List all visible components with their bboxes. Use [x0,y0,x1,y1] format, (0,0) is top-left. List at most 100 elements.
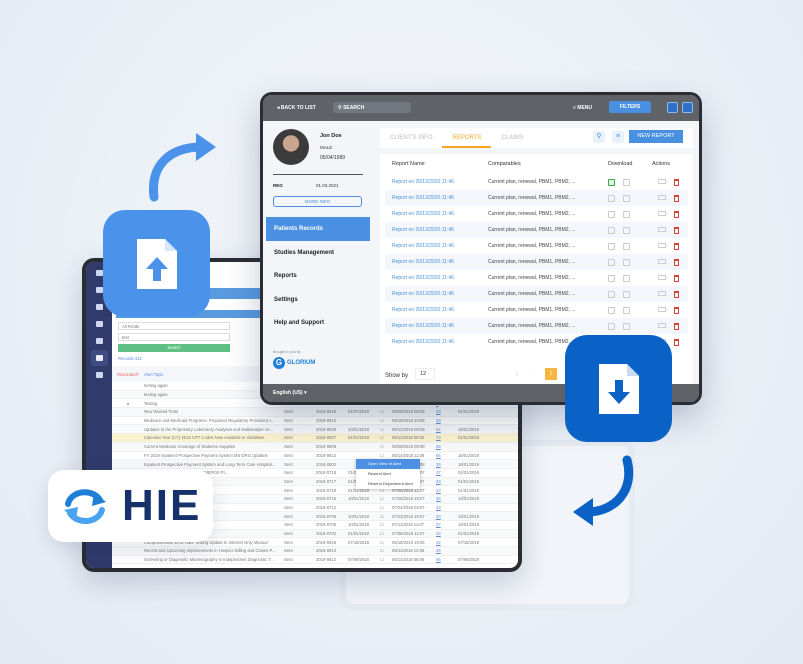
cell-n[interactable]: 40 [436,514,458,519]
email-icon[interactable] [658,226,666,232]
checkbox-icon[interactable]: ☐ [380,514,392,519]
pdf-download-icon[interactable] [623,210,630,218]
table-row[interactable]: New Waived Tests Sent 2018-0915 01/07/2019 ☐… [112,408,518,417]
pdf-download-icon[interactable] [623,306,630,314]
table-row[interactable]: Inpatient Prospective Payment System and… [112,460,518,469]
delete-icon[interactable] [674,194,679,202]
page-1-button[interactable]: 1 [545,368,557,380]
pdf-download-icon[interactable] [623,290,630,298]
first-page-button[interactable]: |← [513,368,525,380]
pdf-download-icon[interactable] [623,242,630,250]
excel-download-icon[interactable] [608,226,615,234]
delete-icon[interactable] [674,210,679,218]
delete-icon[interactable] [674,338,679,346]
excel-download-icon[interactable] [608,290,615,298]
email-icon[interactable] [658,242,666,248]
cell-n[interactable]: 45 [436,444,458,449]
cell-n[interactable]: 52 [436,427,458,432]
menu-resend-alert[interactable]: Resend Alert [356,469,420,479]
tab-claims[interactable]: CLAIMS [491,128,533,148]
table-row[interactable]: Recent and Upcoming Improvements in Hosp… [112,547,518,556]
new-report-button[interactable]: NEW REPORT [629,130,683,143]
cell-n[interactable]: 33 [436,505,458,510]
checkbox-icon[interactable]: ☐ [380,435,392,440]
table-row[interactable]: Screening or Diagnostic Mammography in I… [112,556,518,565]
table-row[interactable]: Medicare and Medicaid Programs: Proposed… [112,417,518,426]
report-link[interactable]: Report on 20/12/2020 11:46 [392,211,488,217]
tab-clients-info[interactable]: CLIENT'S INFO [380,128,442,148]
checkbox-icon[interactable]: ☐ [380,548,392,553]
checkbox-icon[interactable]: ☐ [380,427,392,432]
sidebar-icon[interactable] [95,304,103,310]
cell-n[interactable]: 66 [436,453,458,458]
pdf-download-icon[interactable] [623,194,630,202]
checkbox-icon[interactable]: ☐ [380,540,392,545]
report-link[interactable]: Report on 20/12/2020 11:46 [392,275,488,281]
excel-download-icon[interactable] [608,242,615,250]
cell-n[interactable]: 42 [436,540,458,545]
excel-download-icon[interactable] [608,178,615,186]
field-select[interactable]: All Fields [118,322,230,330]
nav-help-support[interactable]: Help and Support [266,311,370,335]
delete-icon[interactable] [674,306,679,314]
email-icon[interactable] [658,290,666,296]
nav-studies-management[interactable]: Studies Management [266,241,370,265]
email-icon[interactable] [658,178,666,184]
delete-icon[interactable] [674,242,679,250]
report-link[interactable]: Report on 20/12/2020 11:46 [392,179,488,185]
report-link[interactable]: Report on 20/12/2020 11:46 [392,307,488,313]
menu-button[interactable]: ≡ MENU [573,105,592,111]
search-input[interactable]: test [118,333,230,341]
excel-download-icon[interactable] [608,322,615,330]
cell-n[interactable]: 43 [436,488,458,493]
cell-n[interactable]: 45 [436,557,458,562]
email-icon[interactable] [658,210,666,216]
filters-button[interactable]: FILTERS [609,101,651,113]
pdf-download-icon[interactable] [623,178,630,186]
pdf-download-icon[interactable] [623,322,630,330]
sidebar-icon[interactable] [95,270,103,276]
table-row[interactable]: Current Medicare Coverage of Diabetes Su… [112,442,518,452]
excel-download-icon[interactable] [608,258,615,266]
excel-download-icon[interactable] [608,210,615,218]
email-icon[interactable] [658,322,666,328]
table-row[interactable]: Calendar Year (CY) 2019 CPT Codes Now Av… [112,434,518,443]
search-icon[interactable]: ⚲ [593,131,605,143]
delete-icon[interactable] [674,258,679,266]
report-link[interactable]: Report on 20/12/2020 11:46 [392,227,488,233]
pdf-download-icon[interactable] [623,274,630,282]
menu-open-view[interactable]: Open View of Alert [356,459,420,469]
report-link[interactable]: Report on 20/12/2020 11:46 [392,243,488,249]
menu-resend-department-alert[interactable]: Resend Department Alert [356,479,420,489]
more-info-button[interactable]: MORE INFO [273,196,362,207]
checkbox-icon[interactable]: ☐ [380,557,392,562]
checkbox-icon[interactable]: ☐ [380,496,392,501]
pdf-download-icon[interactable] [623,258,630,266]
cell-n[interactable]: 43 [436,479,458,484]
pdf-download-icon[interactable] [623,226,630,234]
delete-icon[interactable] [674,322,679,330]
sidebar-icon[interactable] [95,321,103,327]
report-link[interactable]: Report on 20/12/2020 11:46 [392,323,488,329]
chart-icon[interactable] [667,102,678,113]
report-link[interactable]: Report on 20/12/2020 11:46 [392,339,488,345]
sidebar-icon[interactable] [95,287,103,293]
email-icon[interactable] [658,194,666,200]
cell-n[interactable]: 73 [436,435,458,440]
table-row[interactable]: Updates to the Proprietary Laboratory An… [112,425,518,435]
cell-n[interactable]: 43 [436,531,458,536]
nav-settings[interactable]: Settings [266,288,370,312]
checkbox-icon[interactable]: ☐ [380,444,392,449]
excel-download-icon[interactable] [608,274,615,282]
sidebar-icon-chart[interactable] [95,355,103,361]
prev-page-button[interactable]: ← [529,368,541,380]
sidebar-icon[interactable] [95,338,103,344]
cell-n[interactable]: 26 [436,462,458,467]
filter-icon[interactable]: ≡ [612,131,624,143]
report-link[interactable]: Report on 20/12/2020 11:46 [392,259,488,265]
table-row[interactable]: FY 2019 Inpatient Prospective Payment Sy… [112,452,518,461]
cell-n[interactable]: 33 [436,418,458,423]
nav-reports[interactable]: Reports [266,264,370,288]
checkbox-icon[interactable]: ☐ [380,505,392,510]
cell-n[interactable]: 36 [436,496,458,501]
